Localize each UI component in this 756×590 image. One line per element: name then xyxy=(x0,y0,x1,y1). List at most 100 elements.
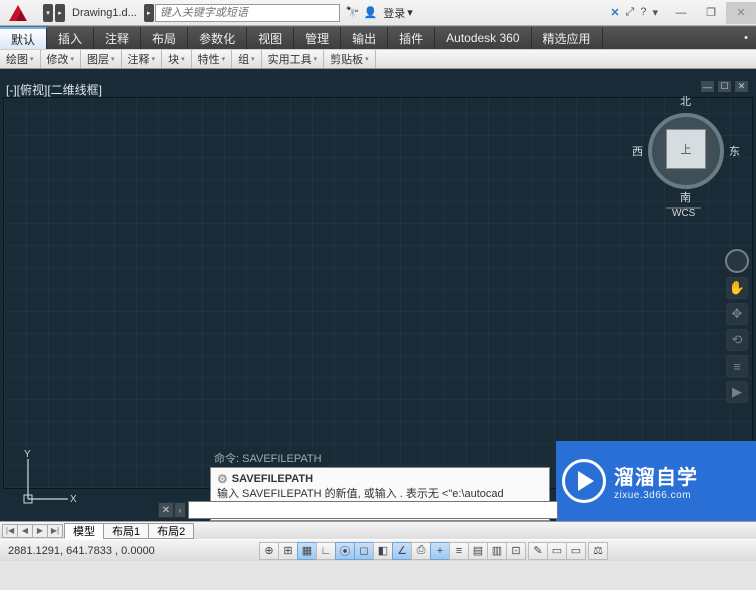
panel-tab-properties[interactable]: 特性▾ xyxy=(192,50,233,68)
minimize-button[interactable]: — xyxy=(666,2,696,24)
ribbon-tab-layout[interactable]: 布局 xyxy=(141,27,188,49)
selection-cycling-icon[interactable]: ⊡ xyxy=(506,542,526,560)
viewcube-south[interactable]: 南 xyxy=(680,189,691,205)
command-title: SAVEFILEPATH xyxy=(232,472,313,487)
panel-tab-annotation[interactable]: 注释▾ xyxy=(122,50,163,68)
panel-tab-draw[interactable]: 绘图▾ xyxy=(0,50,41,68)
ribbon-tab-parametric[interactable]: 参数化 xyxy=(188,27,247,49)
login-button[interactable]: 登录 ▾ xyxy=(383,5,413,21)
polar-tracking-icon[interactable]: ⦿ xyxy=(335,542,355,560)
ribbon-tab-output[interactable]: 输出 xyxy=(341,27,388,49)
ribbon-overflow[interactable]: • xyxy=(736,27,756,49)
ribbon-tabs: 默认 插入 注释 布局 参数化 视图 管理 输出 插件 Autodesk 360… xyxy=(0,26,756,49)
svg-text:X: X xyxy=(70,494,77,505)
snap-mode-icon[interactable]: ⊞ xyxy=(278,542,298,560)
layout-prev-button[interactable]: ◀ xyxy=(17,524,33,538)
viewport-close[interactable]: ✕ xyxy=(735,81,748,92)
ribbon-tab-a360[interactable]: Autodesk 360 xyxy=(435,27,531,49)
zoom-extents-icon[interactable]: ✥ xyxy=(726,303,748,325)
document-title: Drawing1.d... xyxy=(66,7,143,19)
layout-last-button[interactable]: ▶| xyxy=(47,524,63,538)
ribbon-tab-insert[interactable]: 插入 xyxy=(47,27,94,49)
panel-tab-block[interactable]: 块▾ xyxy=(162,50,192,68)
status-toggles: ⊕ ⊞ ▦ ∟ ⦿ ◻ ◧ ∠ ⎙ + ≡ ▤ ▥ ⊡ ✎ ▭ ▭ ⚖ xyxy=(260,542,608,560)
expand-icon[interactable]: ⤢ xyxy=(626,6,635,19)
close-button[interactable]: ✕ xyxy=(726,2,756,24)
ribbon-tab-default[interactable]: 默认 xyxy=(0,27,47,49)
ducs-icon[interactable]: ⎙ xyxy=(411,542,431,560)
statusbar: 2881.1291, 641.7833 , 0.0000 ⊕ ⊞ ▦ ∟ ⦿ ◻… xyxy=(0,539,756,561)
nav-play-icon[interactable]: ▶ xyxy=(726,381,748,403)
person-icon[interactable]: 👤 xyxy=(364,6,378,19)
infer-constraints-icon[interactable]: ⊕ xyxy=(259,542,279,560)
restore-button[interactable]: ❐ xyxy=(696,2,726,24)
navigation-bar: ✋ ✥ ⟲ ≡ ▶ xyxy=(724,249,750,403)
panel-tab-layers[interactable]: 图层▾ xyxy=(81,50,122,68)
command-recent-button[interactable]: › xyxy=(174,502,186,518)
chevron-down-icon: ▾ xyxy=(407,6,413,19)
ortho-mode-icon[interactable]: ∟ xyxy=(316,542,336,560)
viewcube[interactable]: 上 北 南 西 东 WCS xyxy=(636,89,736,209)
qat-more[interactable]: ▸ xyxy=(55,4,65,22)
command-history: 命令: SAVEFILEPATH xyxy=(210,449,326,467)
app-logo[interactable] xyxy=(0,0,42,26)
annotation-scale-icon[interactable]: ⚖ xyxy=(588,542,608,560)
ribbon-tab-view[interactable]: 视图 xyxy=(247,27,294,49)
ribbon-tab-featured[interactable]: 精选应用 xyxy=(532,27,603,49)
panel-tab-clipboard[interactable]: 剪贴板▾ xyxy=(324,50,376,68)
ribbon-tab-plugins[interactable]: 插件 xyxy=(388,27,435,49)
watermark-logo: 溜溜自学 zixue.3d66.com xyxy=(556,441,756,521)
layout-tab-model[interactable]: 模型 xyxy=(64,523,104,539)
titlebar: ▾ ▸ Drawing1.d... ▸ 🔭 👤 登录 ▾ ✕ ⤢ ? ▾ — ❐… xyxy=(0,0,756,26)
transparency-icon[interactable]: ▤ xyxy=(468,542,488,560)
layout-first-button[interactable]: |◀ xyxy=(2,524,18,538)
command-input[interactable] xyxy=(188,501,558,519)
binoculars-icon[interactable]: 🔭 xyxy=(346,6,360,19)
drawing-area[interactable]: [-][俯视][二维线框] — ☐ ✕ 上 北 南 西 东 WCS ✋ ✥ ⟲ … xyxy=(0,69,756,521)
steering-wheel-icon[interactable] xyxy=(725,249,749,273)
coordinates-readout[interactable]: 2881.1291, 641.7833 , 0.0000 xyxy=(0,545,260,557)
login-label: 登录 xyxy=(383,5,405,21)
quickview-layouts-icon[interactable]: ▭ xyxy=(547,542,567,560)
panel-tab-utilities[interactable]: 实用工具▾ xyxy=(262,50,325,68)
ribbon-tab-annotate[interactable]: 注释 xyxy=(94,27,141,49)
lineweight-icon[interactable]: ≡ xyxy=(449,542,469,560)
help-dropdown-icon[interactable]: ▾ xyxy=(652,6,658,19)
help-icon[interactable]: ? xyxy=(640,6,646,19)
exchange-icon[interactable]: ✕ xyxy=(610,6,619,19)
3d-osnap-icon[interactable]: ◧ xyxy=(373,542,393,560)
layout-next-button[interactable]: ▶ xyxy=(32,524,48,538)
doc-dropdown[interactable]: ▸ xyxy=(144,4,154,22)
layout-tab-layout2[interactable]: 布局2 xyxy=(148,523,194,539)
model-space-icon[interactable]: ✎ xyxy=(528,542,548,560)
watermark-cn: 溜溜自学 xyxy=(614,461,698,490)
watermark-en: zixue.3d66.com xyxy=(614,490,698,501)
viewcube-west[interactable]: 西 xyxy=(632,143,643,159)
viewcube-north[interactable]: 北 xyxy=(680,93,691,109)
ribbon-tab-manage[interactable]: 管理 xyxy=(294,27,341,49)
search-input[interactable] xyxy=(155,4,340,22)
viewcube-top-face[interactable]: 上 xyxy=(666,129,706,169)
panel-tab-group[interactable]: 组▾ xyxy=(232,50,262,68)
command-close-button[interactable]: ✕ xyxy=(158,502,174,518)
panel-tab-modify[interactable]: 修改▾ xyxy=(41,50,82,68)
quickview-drawings-icon[interactable]: ▭ xyxy=(566,542,586,560)
panel-tabs: 绘图▾ 修改▾ 图层▾ 注释▾ 块▾ 特性▾ 组▾ 实用工具▾ 剪贴板▾ xyxy=(0,49,756,69)
viewcube-east[interactable]: 东 xyxy=(729,143,740,159)
dynamic-input-icon[interactable]: + xyxy=(430,542,450,560)
svg-text:Y: Y xyxy=(24,449,31,460)
viewport-label[interactable]: [-][俯视][二维线框] xyxy=(6,81,102,98)
quick-properties-icon[interactable]: ▥ xyxy=(487,542,507,560)
grid-display-icon[interactable]: ▦ xyxy=(297,542,317,560)
ucs-icon: X Y xyxy=(18,449,78,509)
qat-dropdown[interactable]: ▾ xyxy=(43,4,53,22)
layout-tab-layout1[interactable]: 布局1 xyxy=(103,523,149,539)
orbit-icon[interactable]: ⟲ xyxy=(726,329,748,351)
showmotion-icon[interactable]: ≡ xyxy=(726,355,748,377)
layout-tabs-row: |◀ ◀ ▶ ▶| 模型 布局1 布局2 xyxy=(0,521,756,539)
object-snap-icon[interactable]: ◻ xyxy=(354,542,374,560)
wcs-badge[interactable]: WCS xyxy=(666,207,701,209)
play-circle-icon xyxy=(562,459,606,503)
pan-icon[interactable]: ✋ xyxy=(726,277,748,299)
object-snap-tracking-icon[interactable]: ∠ xyxy=(392,542,412,560)
